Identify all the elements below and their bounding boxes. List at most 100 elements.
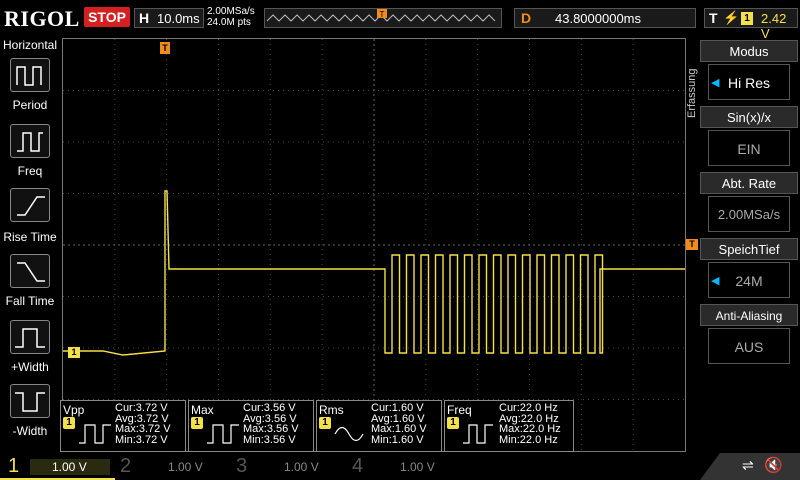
mode-header: Modus bbox=[700, 40, 798, 62]
measure-vpp[interactable]: Vpp 1 Cur:3.72 V Avg:3.72 V Max:3.72 V M… bbox=[60, 400, 186, 452]
max-value: Max:22.0 Hz bbox=[499, 423, 561, 435]
timebase-value: 10.0ms bbox=[157, 11, 200, 26]
measure-values: Cur:22.0 Hz Avg:22.0 Hz Max:22.0 Hz Min:… bbox=[499, 403, 561, 445]
measure-name: Max bbox=[191, 403, 214, 417]
measure-values: Cur:3.56 V Avg:3.56 V Max:3.56 V Min:3.5… bbox=[243, 403, 299, 445]
acquire-menu: Modus ◀ Hi Res Sin(x)/x EIN Abt. Rate 2.… bbox=[700, 40, 800, 370]
delay-value: 43.8000000ms bbox=[555, 11, 642, 26]
fall-time-button[interactable] bbox=[10, 254, 50, 288]
fall-time-label: Fall Time bbox=[5, 294, 55, 308]
measure-rms[interactable]: Rms 1 Cur:1.60 V Avg:1.60 V Max:1.60 V M… bbox=[316, 400, 442, 452]
cur-value: Cur:3.72 V bbox=[115, 402, 168, 414]
measure-max[interactable]: Max 1 Cur:3.56 V Avg:3.56 V Max:3.56 V M… bbox=[188, 400, 314, 452]
trigger-edge-icon: ⚡ bbox=[723, 10, 740, 25]
sample-rate-header: Abt. Rate bbox=[700, 172, 798, 194]
sample-rate-value[interactable]: 2.00MSa/s bbox=[708, 196, 790, 232]
acquire-menu-label: Erfassung bbox=[686, 68, 698, 118]
measure-values: Cur:3.72 V Avg:3.72 V Max:3.72 V Min:3.7… bbox=[115, 403, 171, 445]
min-value: Min:3.56 V bbox=[243, 433, 296, 446]
ch1-offset-marker[interactable]: 1 bbox=[68, 347, 80, 358]
rise-time-label: Rise Time bbox=[3, 230, 57, 244]
channel-bar: 1 1.00 V 2 1.00 V 3 1.00 V 4 1.00 V ⇌ 🔇 bbox=[0, 453, 800, 480]
sinx-header: Sin(x)/x bbox=[700, 106, 798, 128]
sound-muted-icon[interactable]: 🔇 bbox=[764, 456, 783, 474]
channel-4-tab[interactable]: 4 1.00 V bbox=[348, 453, 463, 480]
memory-overview-strip[interactable]: T bbox=[264, 8, 502, 28]
channel-scale: 1.00 V bbox=[168, 460, 203, 474]
measure-values: Cur:1.60 V Avg:1.60 V Max:1.60 V Min:1.6… bbox=[371, 403, 427, 445]
trigger-box[interactable]: T ⚡ 1 2.42 V bbox=[704, 8, 798, 41]
mode-value-text: Hi Res bbox=[727, 75, 770, 91]
measure-name: Vpp bbox=[63, 403, 85, 417]
period-icon bbox=[16, 66, 42, 86]
channel-number: 4 bbox=[352, 455, 364, 477]
rise-time-icon bbox=[17, 196, 45, 216]
min-value: Min:1.60 V bbox=[371, 433, 424, 446]
max-value: Max:1.60 V bbox=[371, 423, 427, 435]
run-stop-status[interactable]: STOP bbox=[84, 7, 130, 27]
mem-depth-value-text: 24M bbox=[735, 273, 763, 289]
min-value: Min:22.0 Hz bbox=[499, 433, 558, 446]
oscilloscope-screen: RIGOL STOP H 10.0ms 2.00MSa/s 24.0M pts … bbox=[0, 0, 800, 480]
measure-name: Freq bbox=[447, 403, 472, 417]
channel-number: 3 bbox=[236, 455, 248, 477]
menu-title: Horizontal bbox=[2, 38, 58, 52]
select-arrow-icon: ◀ bbox=[711, 275, 720, 287]
horizontal-timebase-box[interactable]: H 10.0ms bbox=[134, 8, 204, 28]
neg-width-icon bbox=[15, 392, 45, 412]
top-bar: RIGOL STOP H 10.0ms 2.00MSa/s 24.0M pts … bbox=[0, 0, 800, 41]
usb-icon[interactable]: ⇌ bbox=[742, 457, 754, 474]
pos-width-icon bbox=[15, 328, 45, 348]
memory-points: 24.0M pts bbox=[207, 17, 251, 28]
channel-2-tab[interactable]: 2 1.00 V bbox=[116, 453, 231, 480]
max-value: Max:3.56 V bbox=[243, 423, 299, 435]
measure-freq[interactable]: Freq 1 Cur:22.0 Hz Avg:22.0 Hz Max:22.0 … bbox=[444, 400, 574, 452]
delay-box[interactable]: D 43.8000000ms bbox=[514, 8, 696, 28]
mem-depth-value[interactable]: ◀ 24M bbox=[708, 262, 790, 298]
freq-icon bbox=[463, 424, 493, 444]
fall-time-icon bbox=[17, 262, 45, 282]
vpp-icon bbox=[79, 424, 111, 444]
waveform-grid bbox=[63, 39, 685, 451]
period-label: Period bbox=[12, 98, 48, 112]
mode-value[interactable]: ◀ Hi Res bbox=[708, 64, 790, 100]
neg-width-label: -Width bbox=[12, 424, 48, 438]
memory-waveform-icon: T bbox=[266, 9, 496, 22]
period-button[interactable] bbox=[10, 58, 50, 92]
freq-button[interactable] bbox=[10, 124, 50, 158]
measure-name: Rms bbox=[319, 403, 344, 417]
measure-menu: Horizontal Period Freq Rise Time Fall Ti… bbox=[0, 38, 60, 450]
rms-icon bbox=[334, 426, 364, 442]
waveform-display[interactable] bbox=[62, 38, 686, 452]
trigger-label: T bbox=[709, 10, 718, 26]
channel-3-tab[interactable]: 3 1.00 V bbox=[232, 453, 347, 480]
channel-scale: 1.00 V bbox=[52, 460, 87, 474]
measure-channel-badge: 1 bbox=[191, 417, 203, 429]
trigger-source: 1 bbox=[741, 12, 753, 25]
trigger-level-marker[interactable]: T bbox=[686, 239, 698, 250]
channel-number: 2 bbox=[120, 455, 132, 477]
freq-label: Freq bbox=[17, 164, 43, 178]
anti-aliasing-value[interactable]: AUS bbox=[708, 328, 790, 364]
status-area: ⇌ 🔇 bbox=[700, 453, 800, 480]
cur-value: Cur:1.60 V bbox=[371, 402, 424, 414]
sample-rate: 2.00MSa/s bbox=[207, 6, 255, 17]
max-icon bbox=[207, 424, 239, 444]
neg-width-button[interactable] bbox=[10, 384, 50, 418]
trigger-time-marker[interactable]: T bbox=[160, 42, 170, 54]
measure-channel-badge: 1 bbox=[319, 417, 331, 429]
measure-channel-badge: 1 bbox=[63, 417, 75, 429]
select-arrow-icon: ◀ bbox=[711, 77, 720, 89]
rise-time-button[interactable] bbox=[10, 188, 50, 222]
pos-width-label: +Width bbox=[11, 360, 49, 374]
trigger-position-letter: T bbox=[380, 10, 385, 19]
cur-value: Cur:22.0 Hz bbox=[499, 402, 558, 414]
sinx-value[interactable]: EIN bbox=[708, 130, 790, 166]
channel-number: 1 bbox=[8, 455, 20, 477]
channel-1-tab[interactable]: 1 1.00 V bbox=[0, 453, 115, 480]
max-value: Max:3.72 V bbox=[115, 423, 171, 435]
trigger-level: 2.42 V bbox=[761, 11, 787, 41]
pos-width-button[interactable] bbox=[10, 320, 50, 354]
anti-aliasing-header: Anti-Aliasing bbox=[700, 304, 798, 326]
cur-value: Cur:3.56 V bbox=[243, 402, 296, 414]
